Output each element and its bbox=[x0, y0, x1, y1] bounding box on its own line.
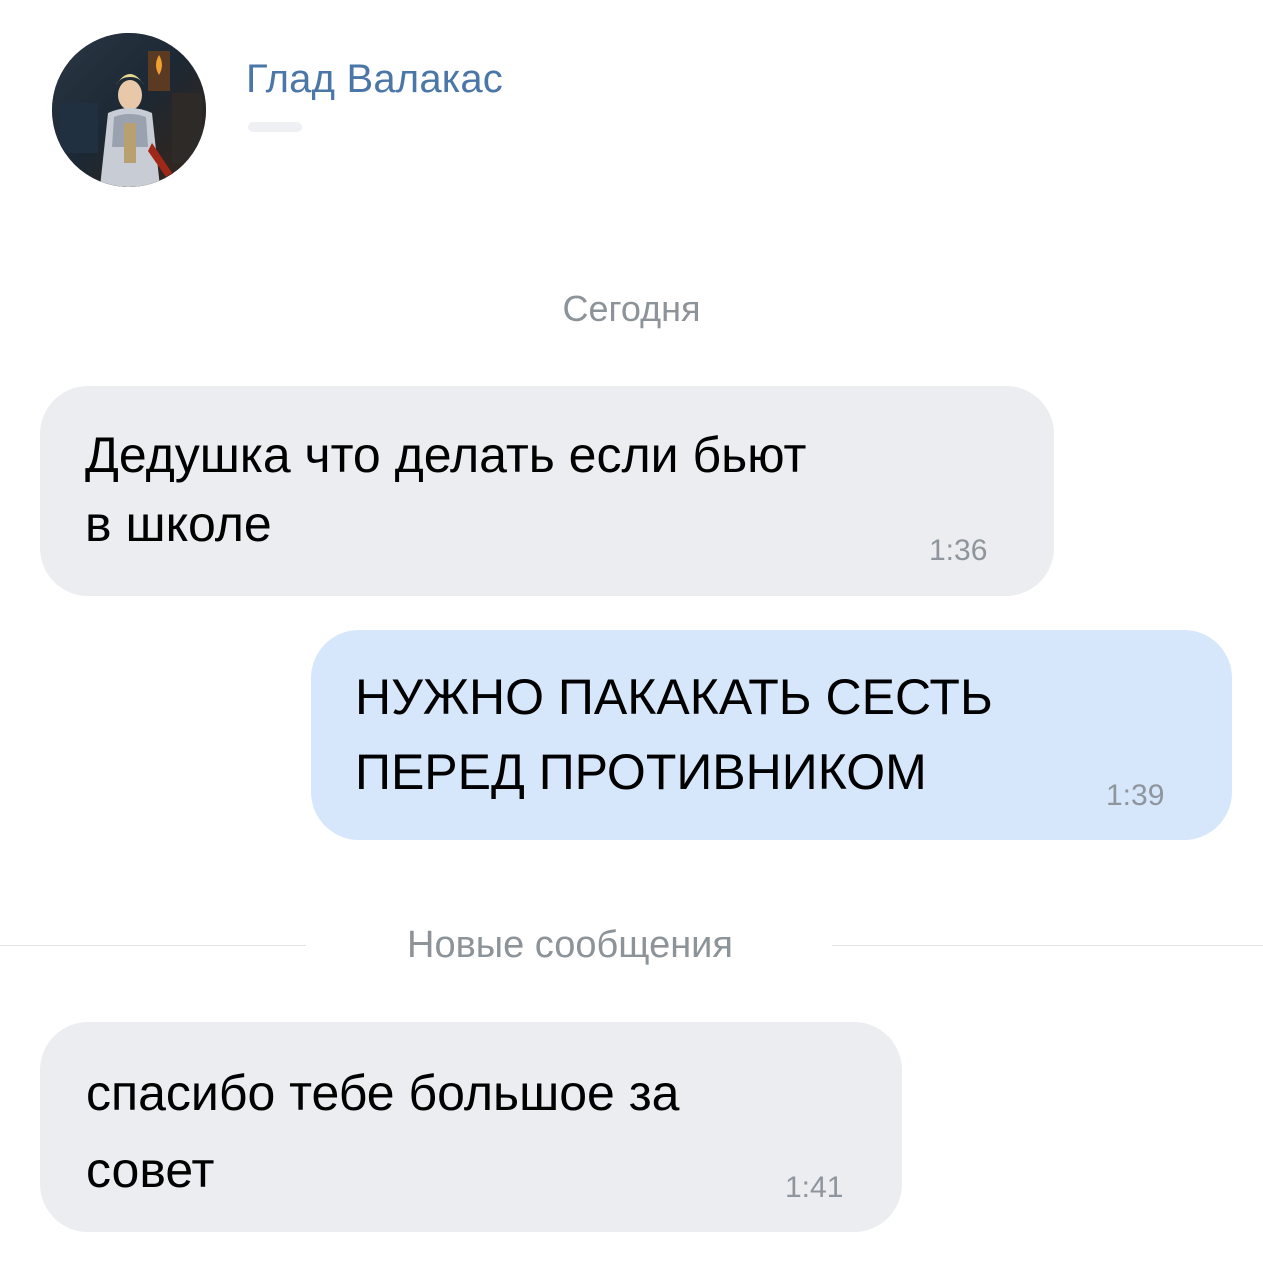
divider-line-right bbox=[832, 945, 1263, 946]
message-text-line: НУЖНО ПАКАКАТЬ СЕСТЬ bbox=[355, 669, 993, 725]
message-time: 1:41 bbox=[785, 1171, 844, 1204]
message-time: 1:39 bbox=[1106, 779, 1165, 812]
message-text-line: Дедушка что делать если бьют bbox=[85, 427, 807, 483]
contact-name[interactable]: Глад Валакас bbox=[246, 54, 503, 104]
message-text-line: спасибо тебе большое за bbox=[86, 1065, 680, 1121]
message-time: 1:36 bbox=[929, 534, 988, 567]
day-separator: Сегодня bbox=[562, 288, 701, 329]
message-bubble-incoming[interactable]: спасибо тебе большое за совет 1:41 bbox=[40, 1022, 902, 1232]
new-messages-divider: Новые сообщения bbox=[0, 918, 1263, 972]
message-text-line: в школе bbox=[85, 496, 272, 552]
user-avatar-icon bbox=[52, 33, 206, 187]
message-text-line: совет bbox=[86, 1142, 215, 1198]
avatar[interactable] bbox=[52, 33, 206, 187]
message-bubble-incoming[interactable]: Дедушка что делать если бьют в школе 1:3… bbox=[40, 386, 1054, 596]
message-bubble-outgoing[interactable]: НУЖНО ПАКАКАТЬ СЕСТЬ ПЕРЕД ПРОТИВНИКОМ 1… bbox=[311, 630, 1232, 840]
message-text-line: ПЕРЕД ПРОТИВНИКОМ bbox=[355, 744, 927, 800]
status-placeholder bbox=[248, 122, 302, 132]
